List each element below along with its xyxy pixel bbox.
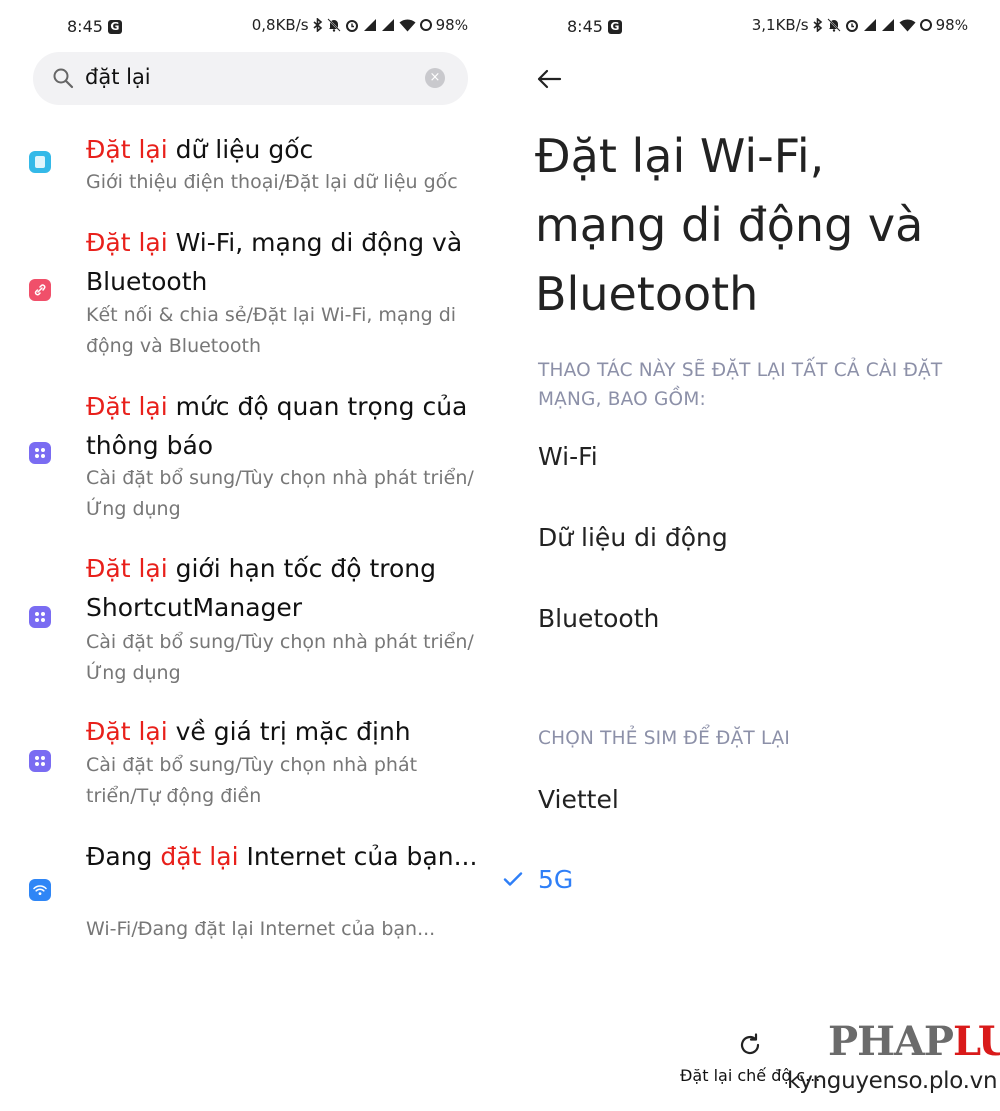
network-speed: 3,1KB/s <box>751 16 809 34</box>
sim-option-viettel[interactable]: Viettel <box>538 785 619 814</box>
battery-percent: 98% <box>935 16 968 34</box>
google-icon: G <box>107 19 122 34</box>
status-time: 8:45 G <box>67 17 122 36</box>
search-result-item[interactable]: Đặt lại mức độ quan trọng của thông báo … <box>0 387 500 527</box>
network-item-mobile-data: Dữ liệu di động <box>538 523 728 552</box>
search-result-item[interactable]: Đặt lại dữ liệu gốc Giới thiệu điện thoạ… <box>0 130 500 205</box>
search-results-screen: 8:45 G 0,8KB/s 98% đặt lại × Đặt lại dữ … <box>0 0 500 1111</box>
bluetooth-icon <box>313 18 322 32</box>
alarm-icon <box>845 20 858 32</box>
result-path: Cài đặt bổ sung/Tùy chọn nhà phát triển/… <box>86 754 418 807</box>
refresh-icon[interactable] <box>737 1032 763 1058</box>
checkmark-icon <box>503 872 523 886</box>
search-result-item[interactable]: Đặt lại về giá trị mặc định Cài đặt bổ s… <box>0 712 500 822</box>
status-icons: 0,8KB/s 98% <box>252 16 468 34</box>
additional-settings-icon <box>29 606 51 628</box>
signal-icon <box>363 19 376 31</box>
clock-text: 8:45 <box>67 17 103 36</box>
section-header-sim: CHỌN THẺ SIM ĐỂ ĐẶT LẠI <box>538 728 791 749</box>
status-time: 8:45 G <box>567 17 622 36</box>
back-arrow-icon[interactable] <box>535 65 563 93</box>
search-bar[interactable]: đặt lại × <box>33 52 468 105</box>
result-title: Đang đặt lại Internet của bạn... <box>86 842 478 871</box>
alarm-icon <box>345 20 358 32</box>
result-title: Đặt lại giới hạn tốc độ trong ShortcutMa… <box>86 554 437 622</box>
signal-icon-2 <box>381 19 394 31</box>
result-path: Cài đặt bổ sung/Tùy chọn nhà phát triển/… <box>86 631 474 684</box>
battery-icon <box>919 19 932 31</box>
result-path: Wi-Fi/Đang đặt lại Internet của bạn... <box>86 918 436 940</box>
mute-icon <box>826 18 841 32</box>
network-speed: 0,8KB/s <box>251 16 309 34</box>
result-path: Giới thiệu điện thoại/Đặt lại dữ liệu gố… <box>86 171 458 193</box>
status-bar: 8:45 G 0,8KB/s 98% <box>0 0 500 56</box>
result-title: Đặt lại mức độ quan trọng của thông báo <box>86 392 468 460</box>
page-title: Đặt lại Wi-Fi, mạng di động và Bluetooth <box>535 129 924 321</box>
status-icons: 3,1KB/s 98% <box>752 16 968 34</box>
wifi-status-icon <box>399 19 416 32</box>
signal-icon-2 <box>881 19 894 31</box>
search-result-item[interactable]: Đặt lại giới hạn tốc độ trong ShortcutMa… <box>0 549 500 689</box>
about-phone-icon <box>29 151 51 173</box>
watermark-logo: PHAPLUAT <box>828 1018 1000 1065</box>
wifi-icon <box>29 879 51 901</box>
network-item-bluetooth: Bluetooth <box>538 604 660 633</box>
battery-icon <box>419 19 432 31</box>
clear-search-button[interactable]: × <box>425 68 445 88</box>
result-title: Đặt lại về giá trị mặc định <box>86 717 411 746</box>
wifi-status-icon <box>899 19 916 32</box>
additional-settings-icon <box>29 750 51 772</box>
google-icon: G <box>607 19 622 34</box>
result-path: Kết nối & chia sẻ/Đặt lại Wi-Fi, mạng di… <box>86 304 457 357</box>
sim-option-5g[interactable]: 5G <box>538 865 573 894</box>
bluetooth-icon <box>813 18 822 32</box>
section-header-network: THAO TÁC NÀY SẼ ĐẶT LẠI TẤT CẢ CÀI ĐẶT M… <box>538 360 943 410</box>
clock-text: 8:45 <box>567 17 603 36</box>
search-result-item[interactable]: Đang đặt lại Internet của bạn... Wi-Fi/Đ… <box>0 837 500 952</box>
mute-icon <box>326 18 341 32</box>
search-input[interactable]: đặt lại <box>85 65 151 89</box>
network-item-wifi: Wi-Fi <box>538 442 598 471</box>
battery-percent: 98% <box>435 16 468 34</box>
result-title: Đặt lại Wi-Fi, mạng di động và Bluetooth <box>86 228 463 296</box>
search-result-item[interactable]: Đặt lại Wi-Fi, mạng di động và Bluetooth… <box>0 223 500 363</box>
additional-settings-icon <box>29 442 51 464</box>
reset-network-screen: 8:45 G 3,1KB/s 98% Đặt lại Wi-Fi, mạng d… <box>500 0 1000 1111</box>
signal-icon <box>863 19 876 31</box>
search-icon <box>53 68 74 89</box>
result-title: Đặt lại dữ liệu gốc <box>86 135 314 164</box>
status-bar: 8:45 G 3,1KB/s 98% <box>500 0 1000 56</box>
connection-share-icon <box>29 279 51 301</box>
result-path: Cài đặt bổ sung/Tùy chọn nhà phát triển/… <box>86 467 474 520</box>
watermark-url: kynguyenso.plo.vn <box>787 1068 998 1094</box>
